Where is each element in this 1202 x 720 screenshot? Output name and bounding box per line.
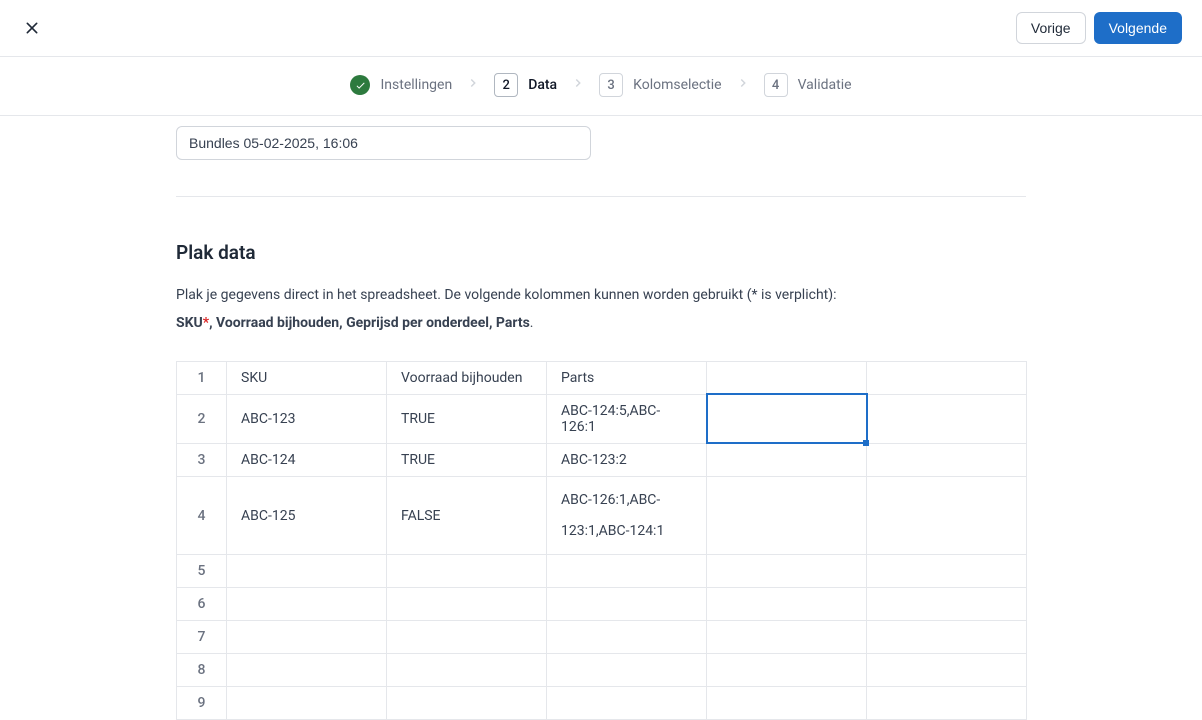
cell[interactable] [707,621,867,654]
cell[interactable] [387,654,547,687]
cell[interactable]: ABC-124 [227,443,387,476]
columns-list: SKU*, Voorraad bijhouden, Geprijsd per o… [176,312,1026,334]
cell[interactable] [387,588,547,621]
step-label: Data [528,77,557,93]
step-label: Instellingen [380,77,452,93]
step-data[interactable]: 2 Data [494,73,557,97]
spreadsheet[interactable]: 1SKUVoorraad bijhoudenParts2ABC-123TRUEA… [176,361,1027,720]
cell[interactable] [227,555,387,588]
cell[interactable] [707,394,867,443]
chevron-right-icon [571,76,585,94]
cell[interactable] [867,476,1027,555]
step-label: Kolomselectie [633,77,721,93]
step-number: 2 [494,73,518,97]
cell[interactable] [227,621,387,654]
row-number[interactable]: 6 [177,588,227,621]
cell[interactable]: Parts [547,361,707,394]
step-number: 3 [599,73,623,97]
table-row: 7 [177,621,1027,654]
cell[interactable]: TRUE [387,394,547,443]
cell[interactable]: ABC-125 [227,476,387,555]
cell[interactable]: ABC-126:1,ABC-123:1,ABC-124:1 [547,476,707,555]
row-number[interactable]: 9 [177,687,227,720]
main-content: Plak data Plak je gegevens direct in het… [176,116,1026,720]
section-description: Plak je gegevens direct in het spreadshe… [176,284,1026,306]
header: Vorige Volgende [0,0,1202,57]
row-number[interactable]: 5 [177,555,227,588]
divider [176,196,1026,197]
cell[interactable] [867,443,1027,476]
cell[interactable] [867,555,1027,588]
required-column: SKU [176,315,203,331]
cell[interactable] [867,361,1027,394]
other-columns: , Voorraad bijhouden, Geprijsd per onder… [209,315,530,331]
cell[interactable] [387,555,547,588]
cell[interactable] [547,687,707,720]
row-number[interactable]: 2 [177,394,227,443]
cell[interactable] [707,654,867,687]
check-icon [350,75,370,95]
cell[interactable]: FALSE [387,476,547,555]
cell[interactable] [707,476,867,555]
cell[interactable] [707,555,867,588]
step-validatie[interactable]: 4 Validatie [764,73,852,97]
cell[interactable] [867,654,1027,687]
table-row: 3ABC-124TRUEABC-123:2 [177,443,1027,476]
cell[interactable]: SKU [227,361,387,394]
chevron-right-icon [466,76,480,94]
cell[interactable] [387,621,547,654]
row-number[interactable]: 8 [177,654,227,687]
cell[interactable]: ABC-123 [227,394,387,443]
cell[interactable]: TRUE [387,443,547,476]
cell[interactable] [867,687,1027,720]
table-row: 4ABC-125FALSEABC-126:1,ABC-123:1,ABC-124… [177,476,1027,555]
cell[interactable] [547,588,707,621]
close-button[interactable] [20,16,44,40]
step-instellingen[interactable]: Instellingen [350,75,452,95]
cell[interactable] [227,654,387,687]
table-row: 5 [177,555,1027,588]
row-number[interactable]: 3 [177,443,227,476]
table-row: 8 [177,654,1027,687]
close-icon [24,20,40,36]
cell[interactable] [707,588,867,621]
cell[interactable] [707,443,867,476]
name-input[interactable] [176,126,591,160]
table-row: 9 [177,687,1027,720]
table-row: 1SKUVoorraad bijhoudenParts [177,361,1027,394]
chevron-right-icon [736,76,750,94]
header-buttons: Vorige Volgende [1016,12,1182,44]
cell[interactable] [547,555,707,588]
next-button[interactable]: Volgende [1094,12,1182,44]
cell[interactable] [867,588,1027,621]
cell[interactable] [547,654,707,687]
cell[interactable] [227,588,387,621]
table-row: 2ABC-123TRUEABC-124:5,ABC-126:1 [177,394,1027,443]
row-number[interactable]: 7 [177,621,227,654]
cell[interactable] [867,394,1027,443]
section-title: Plak data [176,241,1026,264]
cell[interactable] [547,621,707,654]
step-label: Validatie [798,77,852,93]
cell[interactable] [227,687,387,720]
cell[interactable] [387,687,547,720]
cell[interactable] [867,621,1027,654]
row-number[interactable]: 1 [177,361,227,394]
cell[interactable]: Voorraad bijhouden [387,361,547,394]
previous-button[interactable]: Vorige [1016,12,1086,44]
step-kolomselectie[interactable]: 3 Kolomselectie [599,73,721,97]
cell[interactable] [707,687,867,720]
table-row: 6 [177,588,1027,621]
row-number[interactable]: 4 [177,476,227,555]
stepper: Instellingen 2 Data 3 Kolomselectie 4 Va… [0,57,1202,116]
spreadsheet-body: 1SKUVoorraad bijhoudenParts2ABC-123TRUEA… [177,361,1027,720]
cell[interactable]: ABC-124:5,ABC-126:1 [547,394,707,443]
cell[interactable]: ABC-123:2 [547,443,707,476]
cell[interactable] [707,361,867,394]
step-number: 4 [764,73,788,97]
